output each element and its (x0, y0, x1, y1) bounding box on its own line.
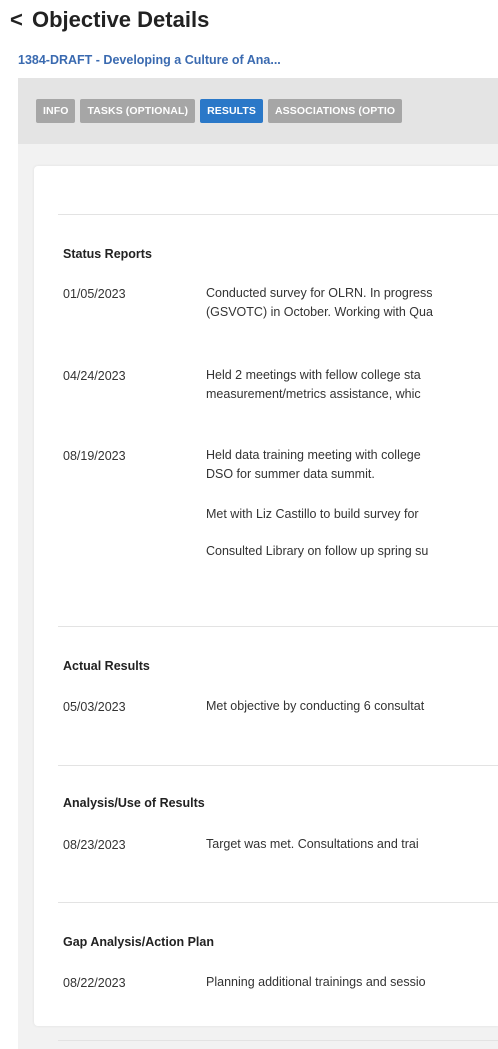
divider (58, 214, 498, 215)
divider (58, 765, 498, 766)
section-title-status-reports: Status Reports (63, 247, 152, 261)
status-report-text: Held data training meeting with college … (206, 448, 421, 481)
status-report-date: 01/05/2023 (63, 287, 126, 301)
objective-subtitle: 1384-DRAFT - Developing a Culture of Ana… (18, 53, 281, 67)
tab-info[interactable]: INFO (36, 99, 76, 123)
status-report-text: Consulted Library on follow up spring su (206, 544, 429, 558)
tab-tasks[interactable]: TASKS (OPTIONAL) (80, 99, 196, 123)
status-report-text: Met with Liz Castillo to build survey fo… (206, 507, 419, 521)
back-row: < Objective Details (10, 6, 209, 34)
page-header: < Objective Details 1384-DRAFT - Develop… (0, 0, 498, 78)
analysis-date: 08/23/2023 (63, 838, 126, 852)
gap-analysis-date: 08/22/2023 (63, 976, 126, 990)
actual-result-date: 05/03/2023 (63, 700, 126, 714)
section-title-actual-results: Actual Results (63, 659, 150, 673)
status-report-date: 04/24/2023 (63, 369, 126, 383)
actual-result-text: Met objective by conducting 6 consultat (206, 699, 425, 713)
gap-analysis-text: Planning additional trainings and sessio (206, 975, 426, 989)
divider (58, 1040, 498, 1041)
status-report-text: Held 2 meetings with fellow college sta … (206, 368, 421, 401)
analysis-text: Target was met. Consultations and trai (206, 837, 419, 851)
tab-list: INFO TASKS (OPTIONAL) RESULTS ASSOCIATIO… (36, 99, 407, 123)
chevron-left-icon[interactable]: < (10, 6, 32, 34)
tab-associations[interactable]: ASSOCIATIONS (OPTIO (268, 99, 403, 123)
tab-results[interactable]: RESULTS (200, 99, 263, 123)
page-title: Objective Details (32, 7, 210, 32)
status-report-date: 08/19/2023 (63, 449, 126, 463)
divider (58, 902, 498, 903)
section-title-analysis: Analysis/Use of Results (63, 796, 205, 810)
section-title-gap-analysis: Gap Analysis/Action Plan (63, 935, 214, 949)
status-report-text: Conducted survey for OLRN. In progress (… (206, 286, 433, 319)
tab-bar: INFO TASKS (OPTIONAL) RESULTS ASSOCIATIO… (18, 78, 498, 144)
divider (58, 626, 498, 627)
